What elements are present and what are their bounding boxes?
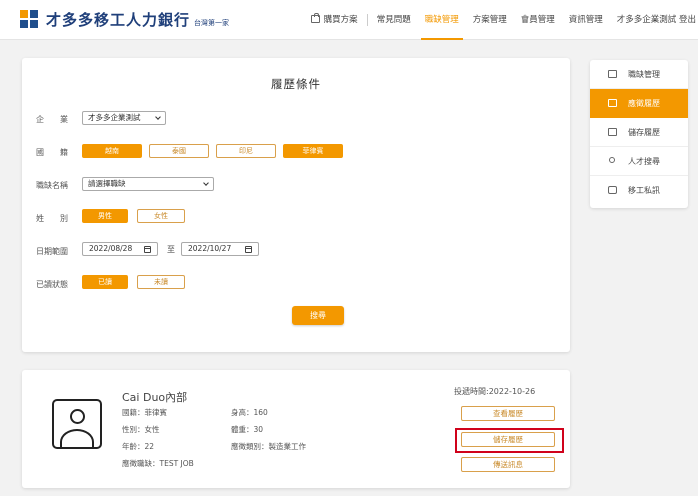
date-range-label: 日期範圍: [36, 247, 68, 256]
candidate-card: Cai Duo內部 國籍：菲律賓 性別：女性 年齡：22 應徵職缺：TEST J…: [22, 370, 570, 488]
candidate-gender: 性別：女性: [122, 425, 160, 434]
nav-job-management[interactable]: 職缺管理: [418, 0, 466, 40]
job-select[interactable]: 請選擇職缺: [82, 177, 214, 191]
nav-divider: [366, 14, 368, 26]
logo-mark-icon: [20, 9, 40, 30]
person-search-icon: [609, 157, 615, 163]
candidate-nationality: 國籍：菲律賓: [122, 408, 167, 417]
calendar-icon[interactable]: [144, 246, 151, 253]
folder-icon: [608, 128, 617, 136]
gender-male[interactable]: 男性: [82, 209, 128, 223]
avatar: [52, 399, 102, 449]
gender-female[interactable]: 女性: [137, 209, 185, 223]
briefcase-icon: [608, 70, 617, 78]
company-select[interactable]: 才多多企業測試: [82, 111, 166, 125]
candidate-age: 年齡：22: [122, 442, 155, 451]
candidate-height: 身高：160: [231, 408, 268, 417]
nav-user-name[interactable]: 才多多企業測試 登出: [610, 0, 698, 40]
top-header: 才多多移工人力銀行 台灣第一家 購買方案 常見問題 職缺管理 方案管理 會員管理…: [0, 0, 698, 40]
read-status-unread[interactable]: 未讀: [137, 275, 185, 289]
calendar-icon[interactable]: [245, 246, 252, 253]
candidate-category: 應徵類別：製造業工作: [231, 442, 306, 451]
nav-plan-management[interactable]: 方案管理: [466, 0, 514, 40]
user-body-icon: [60, 429, 94, 447]
read-status-label: 已讀狀態: [36, 280, 68, 289]
site-logo[interactable]: 才多多移工人力銀行 台灣第一家: [20, 9, 229, 30]
nationality-philippines[interactable]: 菲律賓: [283, 144, 343, 158]
logout-link[interactable]: 登出: [679, 15, 696, 25]
nav-buy-plan[interactable]: 購買方案: [304, 0, 365, 40]
chevron-down-icon: [203, 180, 209, 186]
side-item-messages[interactable]: 移工私訊: [590, 176, 688, 205]
candidate-name: Cai Duo內部: [122, 391, 188, 404]
nav-member-management[interactable]: 會員管理: [514, 0, 562, 40]
gender-label: 姓 別: [36, 214, 68, 223]
date-from-input[interactable]: 2022/08/28: [82, 242, 158, 256]
resume-filter-card: 履歷條件 企 業 才多多企業測試 國 籍 越南 泰國 印尼 菲律賓 職缺名稱 請…: [22, 58, 570, 352]
company-label: 企 業: [36, 115, 68, 124]
shopping-bag-icon: [310, 13, 320, 23]
view-resume-button[interactable]: 查看履歷: [461, 406, 555, 421]
logo-text: 才多多移工人力銀行: [46, 11, 191, 29]
nav-info-management[interactable]: 資訊管理: [562, 0, 610, 40]
chat-icon: [608, 186, 617, 194]
date-to-input[interactable]: 2022/10/27: [181, 242, 259, 256]
read-status-read[interactable]: 已讀: [82, 275, 128, 289]
nationality-vietnam[interactable]: 越南: [82, 144, 142, 158]
side-menu: 職缺管理 應徵履歷 儲存履歷 人才搜尋 移工私訊: [590, 60, 688, 208]
search-button[interactable]: 搜尋: [292, 306, 344, 325]
side-item-saved-resumes[interactable]: 儲存履歷: [590, 118, 688, 147]
send-message-button[interactable]: 傳送訊息: [461, 457, 555, 472]
date-range-separator: 至: [167, 245, 175, 254]
candidate-job: 應徵職缺：TEST JOB: [122, 459, 194, 468]
job-name-label: 職缺名稱: [36, 181, 68, 190]
user-head-icon: [70, 409, 85, 424]
nationality-label: 國 籍: [36, 148, 68, 157]
document-icon: [608, 99, 617, 107]
side-item-job-management[interactable]: 職缺管理: [590, 60, 688, 89]
logo-subtitle: 台灣第一家: [194, 18, 230, 27]
nationality-indonesia[interactable]: 印尼: [216, 144, 276, 158]
save-resume-highlight: [455, 428, 564, 453]
post-time: 投遞時間:2022-10-26: [454, 387, 536, 396]
side-item-talent-search[interactable]: 人才搜尋: [590, 147, 688, 176]
nationality-thailand[interactable]: 泰國: [149, 144, 209, 158]
side-item-applications[interactable]: 應徵履歷: [590, 89, 688, 118]
main-nav: 購買方案 常見問題 職缺管理 方案管理 會員管理 資訊管理 才多多企業測試 登出: [304, 0, 698, 40]
chevron-down-icon: [155, 114, 161, 120]
filter-title: 履歷條件: [271, 77, 321, 91]
nav-faq[interactable]: 常見問題: [370, 0, 418, 40]
candidate-weight: 體重：30: [231, 425, 264, 434]
